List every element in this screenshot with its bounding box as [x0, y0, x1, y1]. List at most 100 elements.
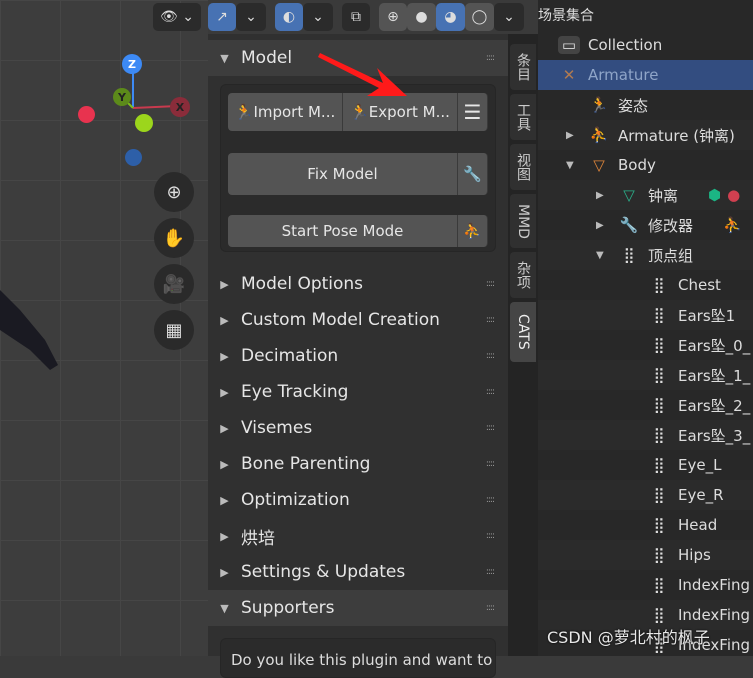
armature-modifier-icon: ⛹ [723, 216, 742, 234]
vertex-group-icon: ⣿ [653, 606, 665, 624]
xray-icon[interactable]: ⧉ [342, 3, 370, 31]
vertex-group-row[interactable]: ⣿ Eye_L [538, 450, 753, 480]
wrench-icon: 🔧 [619, 216, 639, 234]
section-settings-updates[interactable]: ▶ Settings & Updates:::: [208, 554, 508, 590]
model-box: 🏃 Import M... 🏃 Export M... ☰ Fix Model 🔧 … [220, 84, 496, 252]
mesh-data-icon: ▽ [623, 186, 635, 204]
vertex-group-row[interactable]: ⣿ Ears坠_2_ [538, 390, 753, 420]
tab-mmd[interactable]: MMD [510, 194, 536, 248]
vertex-groups-icon: ⣿ [623, 246, 635, 264]
expand-icon: ▼ [220, 51, 229, 65]
viewport-header: 👁 ⌄ ↗ ⌄ ◐ ⌄ ⧉ ⊕ ● ◕ ◯ ⌄ [150, 0, 540, 34]
start-pose-mode-button[interactable]: Start Pose Mode [228, 215, 458, 247]
z-axis[interactable]: Z [122, 54, 142, 74]
outliner-row-pose[interactable]: 🏃 姿态 [538, 90, 753, 120]
camera-icon[interactable]: 🎥 [154, 264, 194, 304]
section-decimation[interactable]: ▶ Decimation:::: [208, 338, 508, 374]
section-supporters[interactable]: ▼ Supporters:::: [208, 590, 508, 626]
tab-item[interactable]: 条目 [510, 44, 536, 90]
section-eye-tracking[interactable]: ▶ Eye Tracking:::: [208, 374, 508, 410]
vertex-group-icon: ⣿ [653, 426, 665, 444]
neg-z-axis[interactable] [125, 149, 142, 166]
tab-misc[interactable]: 杂项 [510, 252, 536, 298]
gizmo-dropdown[interactable]: ⌄ [236, 3, 266, 31]
vertex-group-row[interactable]: ⣿ Eye_R [538, 480, 753, 510]
supporters-text: Do you like this plugin and want to supp… [231, 651, 495, 669]
vertex-group-row[interactable]: ⣿ Ears坠_3_ [538, 420, 753, 450]
cats-sidebar-panel: ▼ Model :::: 🏃 Import M... 🏃 Export M... ☰… [208, 34, 508, 678]
tab-view[interactable]: 视图 [510, 144, 536, 190]
neg-x-axis[interactable] [78, 106, 95, 123]
outliner-row-body[interactable]: ▼ ▽ Body [538, 150, 753, 180]
zoom-icon[interactable]: ⊕ [154, 172, 194, 212]
vertex-group-row[interactable]: ⣿ Head [538, 510, 753, 540]
overlay-icon[interactable]: ◐ [275, 3, 303, 31]
outliner: 场景集合 ▭ Collection ✕ Armature 🏃 姿态 ▶ ⛹ Armatur… [538, 0, 753, 656]
vertex-group-row[interactable]: ⣿ Ears坠_1_ [538, 360, 753, 390]
overlay-dropdown[interactable]: ⌄ [303, 3, 333, 31]
gizmo-icon[interactable]: ↗ [208, 3, 236, 31]
grid-ortho-icon[interactable]: ▦ [154, 310, 194, 350]
x-axis[interactable]: X [170, 97, 190, 117]
vertex-group-row[interactable]: ⣿ IndexFing [538, 570, 753, 600]
3d-viewport[interactable]: Z Y X ⊕ ✋ 🎥 ▦ [0, 0, 208, 656]
model-header: Model [241, 48, 293, 68]
section-model-options[interactable]: ▶ Model Options:::: [208, 266, 508, 302]
vertex-group-row[interactable]: ⣿ Ears坠1 [538, 300, 753, 330]
vertex-group-icon: ⣿ [653, 336, 665, 354]
armature-data-icon: ⛹ [589, 126, 609, 144]
section-bake[interactable]: ▶ 烘培:::: [208, 518, 508, 554]
vertex-group-row[interactable]: ⣿ Hips [538, 540, 753, 570]
tab-cats[interactable]: CATS [510, 302, 536, 362]
y-axis[interactable]: Y [113, 88, 131, 106]
vertex-group-icon: ⣿ [653, 276, 665, 294]
menu-button[interactable]: ☰ [458, 93, 488, 131]
material-icon: ⬢ [708, 186, 722, 204]
vertex-group-icon: ⣿ [653, 366, 665, 384]
vertex-group-row[interactable]: ⣿ Ears坠_0_ [538, 330, 753, 360]
neg-y-axis[interactable] [135, 114, 153, 132]
wireframe-shading-icon[interactable]: ⊕ [379, 3, 407, 31]
supporters-box: Do you like this plugin and want to supp… [220, 638, 496, 678]
armature-icon: ✕ [562, 66, 576, 84]
outliner-row-armature[interactable]: ✕ Armature [538, 60, 753, 90]
vertex-group-icon: ⣿ [653, 306, 665, 324]
visibility-eye-icon[interactable]: 👁 ⌄ [153, 3, 201, 31]
drag-grip-icon[interactable]: :::: [486, 53, 495, 63]
solid-shading-icon[interactable]: ● [407, 3, 436, 31]
mesh-object-icon: ▽ [593, 156, 605, 174]
section-custom-model-creation[interactable]: ▶ Custom Model Creation:::: [208, 302, 508, 338]
vertex-group-icon: ⣿ [653, 516, 665, 534]
material-shading-icon[interactable]: ◕ [436, 3, 465, 31]
fix-model-button[interactable]: Fix Model [228, 153, 458, 195]
vertex-group-icon: ⣿ [653, 456, 665, 474]
vertex-group-icon: ⣿ [653, 576, 665, 594]
watermark: CSDN @萝北村的枫子 [547, 628, 710, 647]
pose-icon: 🏃 [589, 96, 609, 114]
section-visemes[interactable]: ▶ Visemes:::: [208, 410, 508, 446]
section-optimization[interactable]: ▶ Optimization:::: [208, 482, 508, 518]
outliner-row-mesh-data[interactable]: ▶ ▽ 钟离 ⬢ ● [538, 180, 753, 210]
rendered-shading-icon[interactable]: ◯ [465, 3, 494, 31]
outliner-row-vertex-groups[interactable]: ▼ ⣿ 顶点组 [538, 240, 753, 270]
vertex-group-icon: ⣿ [653, 546, 665, 564]
pose-icon[interactable]: ⛹ [458, 215, 488, 247]
collection-icon: ▭ [558, 36, 580, 54]
shading-dropdown[interactable]: ⌄ [494, 3, 524, 31]
vertex-group-row[interactable]: ⣿ Chest [538, 270, 753, 300]
pose-icon: 🏃 [234, 103, 254, 121]
red-arrow-annotation [318, 53, 407, 96]
outliner-row-armature-data[interactable]: ▶ ⛹ Armature (钟离) [538, 120, 753, 150]
outliner-row-modifiers[interactable]: ▶ 🔧 修改器 ⛹ [538, 210, 753, 240]
outliner-row-collection[interactable]: ▭ Collection [538, 30, 753, 60]
tab-tool[interactable]: 工具 [510, 94, 536, 140]
character-model [0, 290, 58, 370]
sidebar-tabs: 条目 工具 视图 MMD 杂项 CATS [508, 34, 538, 656]
hand-pan-icon[interactable]: ✋ [154, 218, 194, 258]
vertex-group-icon: ⣿ [653, 486, 665, 504]
outliner-title: 场景集合 [538, 8, 594, 24]
vertex-group-icon: ⣿ [653, 396, 665, 414]
section-bone-parenting[interactable]: ▶ Bone Parenting:::: [208, 446, 508, 482]
wrench-icon[interactable]: 🔧 [458, 153, 488, 195]
material-ball-icon: ● [727, 186, 741, 204]
